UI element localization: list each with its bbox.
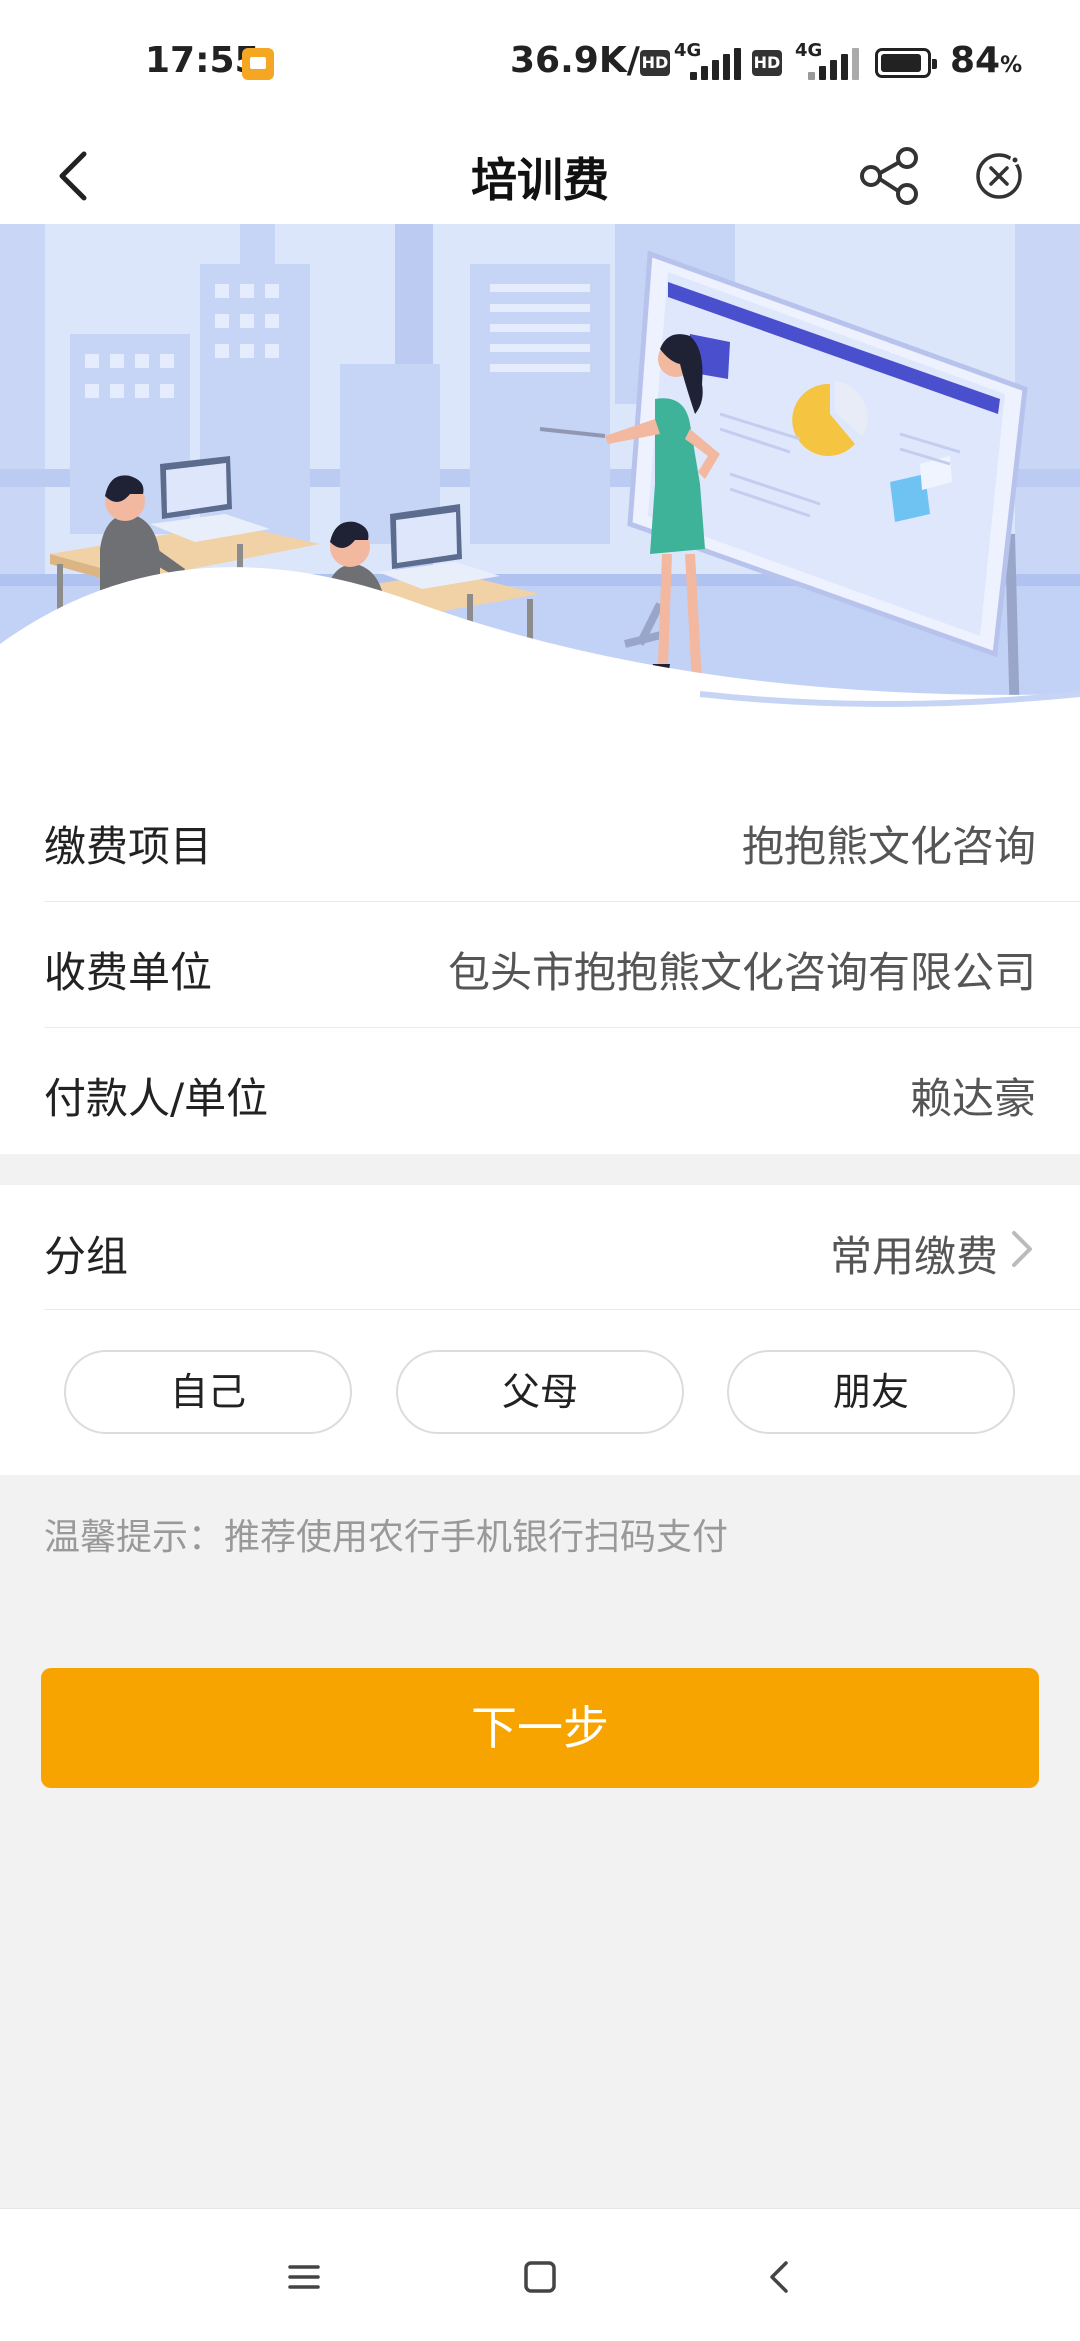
network-speed: 36.9K/s: [510, 40, 662, 81]
group-value: 常用缴费: [829, 1232, 998, 1281]
home-icon[interactable]: [518, 2255, 562, 2299]
battery-level: 84%: [950, 40, 1023, 81]
group-option-parents[interactable]: 父母: [396, 1350, 684, 1434]
chevron-right-icon: [1012, 1231, 1032, 1267]
notification-app-icon: [242, 48, 274, 80]
info-label: 收费单位: [44, 948, 213, 997]
signal-bars-2-icon: [808, 48, 860, 80]
status-bar: 17:55 36.9K/s HD 4G HD 4G 84%: [0, 0, 1080, 128]
info-row-payee: 收费单位 包头市抱抱熊文化咨询有限公司: [44, 903, 1080, 1028]
share-icon[interactable]: [845, 132, 933, 220]
system-nav-bar: [0, 2208, 1080, 2341]
group-label: 分组: [44, 1232, 129, 1281]
battery-icon: [875, 48, 937, 78]
signal-bars-1-icon: [690, 48, 742, 80]
info-row-payer: 付款人/单位 赖达豪: [44, 1029, 1080, 1153]
next-step-button[interactable]: 下一步: [41, 1668, 1039, 1788]
info-label: 缴费项目: [44, 822, 213, 871]
top-nav-bar: 培训费: [0, 128, 1080, 224]
payment-info-card: 缴费项目 抱抱熊文化咨询 收费单位 包头市抱抱熊文化咨询有限公司 付款人/单位 …: [0, 777, 1080, 1154]
info-value: 抱抱熊文化咨询: [741, 822, 1036, 871]
group-select-row[interactable]: 分组 常用缴费: [44, 1185, 1080, 1310]
back-icon[interactable]: [758, 2255, 802, 2299]
banner-illustration: [0, 224, 1080, 784]
hd-badge-1: HD: [640, 50, 670, 76]
training-illustration: [0, 224, 1080, 784]
group-option-friends[interactable]: 朋友: [727, 1350, 1015, 1434]
close-circle-icon[interactable]: [955, 132, 1043, 220]
hd-badge-2: HD: [752, 50, 782, 76]
info-value: 赖达豪: [909, 1074, 1036, 1123]
info-label: 付款人/单位: [44, 1074, 269, 1123]
info-row-item: 缴费项目 抱抱熊文化咨询: [44, 777, 1080, 902]
group-option-self[interactable]: 自己: [64, 1350, 352, 1434]
group-card: 分组 常用缴费 自己 父母 朋友: [0, 1185, 1080, 1475]
menu-icon[interactable]: [282, 2255, 326, 2299]
info-value: 包头市抱抱熊文化咨询有限公司: [447, 948, 1036, 997]
tip-text: 温馨提示：推荐使用农行手机银行扫码支付: [44, 1517, 729, 1558]
